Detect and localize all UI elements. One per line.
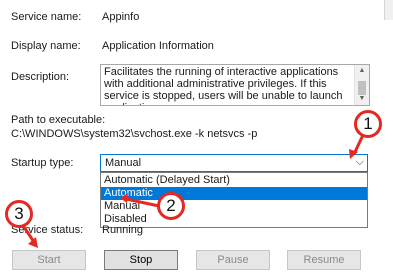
arrow-2-line [125, 197, 160, 208]
arrow-2-head-icon [120, 193, 128, 203]
annotation-arrows [20, 132, 366, 248]
callout-1-badge: 1 [354, 110, 382, 138]
callout-2-badge: 2 [157, 192, 185, 220]
callout-3-badge: 3 [5, 200, 33, 228]
